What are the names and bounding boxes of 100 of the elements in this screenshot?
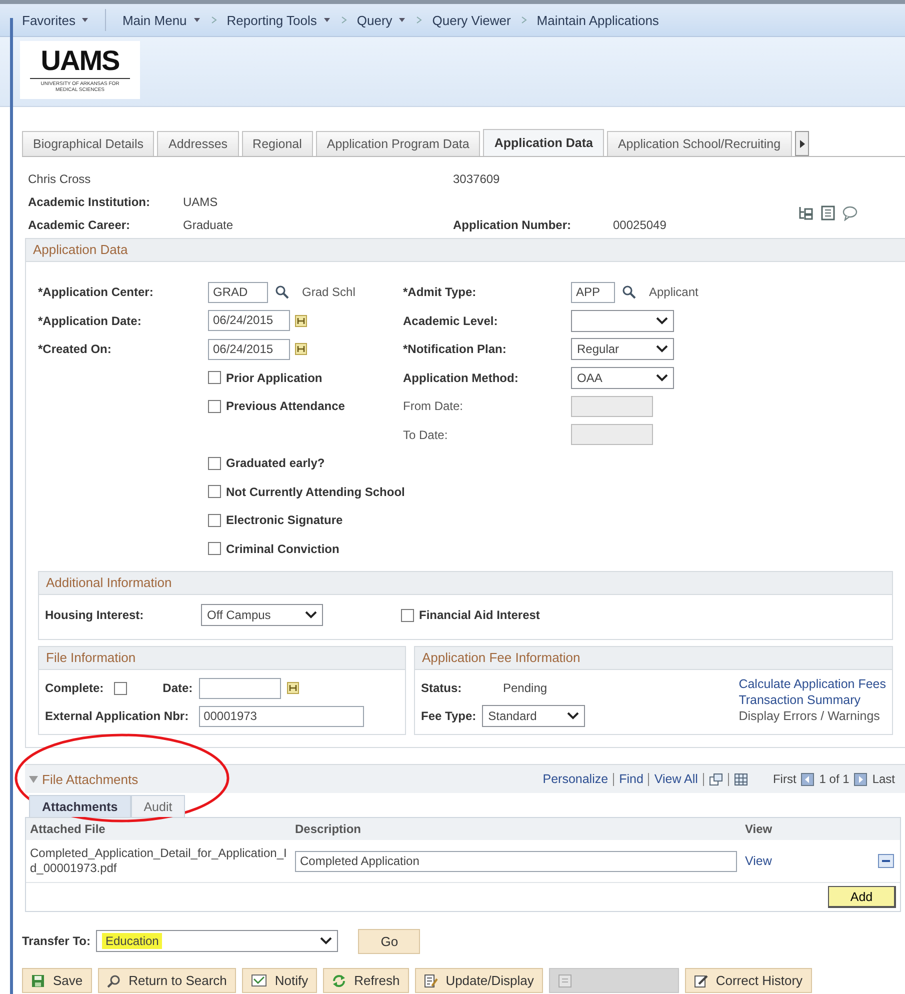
calendar-icon[interactable]: [286, 682, 299, 694]
breadcrumb-link[interactable]: Query: [354, 12, 408, 28]
column-header: Attached File: [29, 822, 106, 836]
field-label: From Date:: [403, 399, 464, 414]
chevron-down-icon: [567, 712, 580, 720]
text-field[interactable]: GRAD: [208, 282, 268, 303]
next-icon[interactable]: [854, 772, 868, 786]
link[interactable]: Calculate Application Fees: [738, 677, 886, 691]
checkbox[interactable]: [208, 371, 221, 384]
pager-count: 1 of 1: [819, 772, 850, 786]
checkbox[interactable]: [114, 682, 127, 694]
document-pencil-icon: [424, 974, 438, 988]
link[interactable]: Transaction Summary: [738, 693, 886, 707]
calendar-icon[interactable]: [295, 314, 307, 327]
field-label: Academic Career:: [28, 218, 132, 232]
tab[interactable]: Application Program Data: [316, 131, 480, 156]
dropdown[interactable]: Off Campus: [201, 604, 323, 626]
date-field[interactable]: 06/24/2015: [208, 338, 290, 360]
tab[interactable]: Application School/Recruiting: [606, 131, 792, 156]
section-header: Application Data: [26, 239, 905, 262]
tab[interactable]: Addresses: [157, 131, 239, 156]
save-icon: [31, 974, 45, 988]
dropdown[interactable]: OAA: [571, 366, 674, 389]
grid-link[interactable]: Find: [619, 772, 644, 786]
chevron-down-icon: [305, 611, 317, 619]
date-field[interactable]: 06/24/2015: [208, 310, 290, 332]
checkbox[interactable]: [208, 400, 221, 413]
collapse-triangle-icon[interactable]: [29, 776, 38, 782]
view-link[interactable]: View: [745, 854, 772, 868]
link[interactable]: Display Errors / Warnings: [738, 709, 886, 723]
search-icon[interactable]: [275, 285, 289, 300]
grid-tab[interactable]: Audit: [130, 795, 186, 817]
calendar-icon[interactable]: [295, 343, 307, 356]
text-field[interactable]: 00001973: [198, 706, 364, 726]
add-button[interactable]: Add: [828, 886, 896, 908]
checkbox-label: Prior Application: [226, 370, 322, 385]
field-label: Transfer To:: [22, 934, 90, 948]
go-button[interactable]: Go: [358, 928, 420, 954]
tab[interactable]: Biographical Details: [22, 131, 154, 156]
tab[interactable]: Regional: [242, 131, 313, 156]
field-label: Academic Institution:: [28, 194, 152, 208]
column-header: Description: [294, 822, 362, 836]
checkbox-label: Financial Aid Interest: [419, 608, 540, 622]
checkbox[interactable]: [208, 514, 221, 527]
toolbar-button[interactable]: Correct History: [684, 968, 812, 993]
field-label: *Notification Plan:: [403, 342, 508, 356]
checkbox-label: Criminal Conviction: [226, 542, 340, 556]
refresh-icon: [332, 974, 346, 988]
description-field[interactable]: Completed Application: [295, 850, 737, 872]
spreadsheet-icon[interactable]: [734, 772, 748, 786]
section-header: Application Fee Information: [415, 647, 892, 670]
text-field[interactable]: APP: [571, 282, 615, 303]
checkbox-label: Electronic Signature: [226, 513, 343, 528]
breadcrumb-link[interactable]: Query Viewer: [430, 12, 513, 28]
toolbar-button[interactable]: Refresh: [323, 968, 409, 993]
dropdown[interactable]: Standard: [482, 705, 586, 727]
field-label: Complete:: [45, 681, 104, 695]
checkbox[interactable]: [208, 456, 221, 470]
field-label: *Admit Type:: [403, 285, 478, 300]
checkbox-label: Not Currently Attending School: [226, 484, 405, 499]
tab[interactable]: Application Data: [483, 129, 604, 156]
grid-tab[interactable]: Attachments: [29, 795, 131, 817]
chevron-down-icon: [656, 374, 668, 382]
search-icon[interactable]: [622, 285, 636, 300]
dropdown[interactable]: [571, 310, 674, 332]
breadcrumb-link[interactable]: Reporting Tools: [224, 12, 333, 28]
file-name: Completed_Application_Detail_for_Application_Id_00001973.pdf: [29, 846, 288, 876]
toolbar-button[interactable]: Notify: [242, 968, 318, 993]
chevron-icon: [340, 16, 347, 24]
chevron-icon: [210, 16, 217, 24]
checkbox[interactable]: [208, 485, 221, 498]
document-icon: [558, 974, 572, 988]
date-field[interactable]: [198, 678, 281, 698]
grid-link[interactable]: Personalize: [542, 772, 608, 786]
breadcrumb-link[interactable]: Favorites: [20, 12, 92, 28]
hierarchy-icon[interactable]: [798, 205, 814, 221]
grid-title: File Attachments: [42, 772, 138, 786]
field-label: To Date:: [403, 428, 449, 442]
field-value: Pending: [503, 681, 548, 695]
document-icon[interactable]: [820, 205, 836, 221]
remove-row-icon[interactable]: [878, 854, 894, 868]
breadcrumb-link[interactable]: Maintain Applications: [534, 12, 661, 28]
toolbar-button[interactable]: Update/Display: [414, 968, 543, 993]
next-tab-button[interactable]: [794, 131, 809, 156]
checkbox[interactable]: [208, 542, 221, 556]
dropdown[interactable]: Education: [96, 930, 338, 952]
zoom-grid-icon[interactable]: [708, 772, 723, 786]
toolbar-button[interactable]: Return to Search: [98, 968, 236, 993]
comment-icon[interactable]: [842, 205, 858, 221]
caret-icon: [398, 17, 406, 23]
grid-link[interactable]: View All: [654, 772, 698, 786]
chevron-down-icon: [656, 345, 668, 354]
field-label: Status:: [421, 681, 463, 695]
toolbar-button[interactable]: Save: [22, 968, 92, 993]
checkbox[interactable]: [401, 608, 414, 622]
student-name: Chris Cross: [28, 172, 92, 186]
envelope-icon: [250, 974, 267, 987]
dropdown[interactable]: Regular: [571, 338, 674, 360]
previous-icon[interactable]: [801, 772, 814, 786]
breadcrumb-link[interactable]: Main Menu: [120, 12, 203, 28]
